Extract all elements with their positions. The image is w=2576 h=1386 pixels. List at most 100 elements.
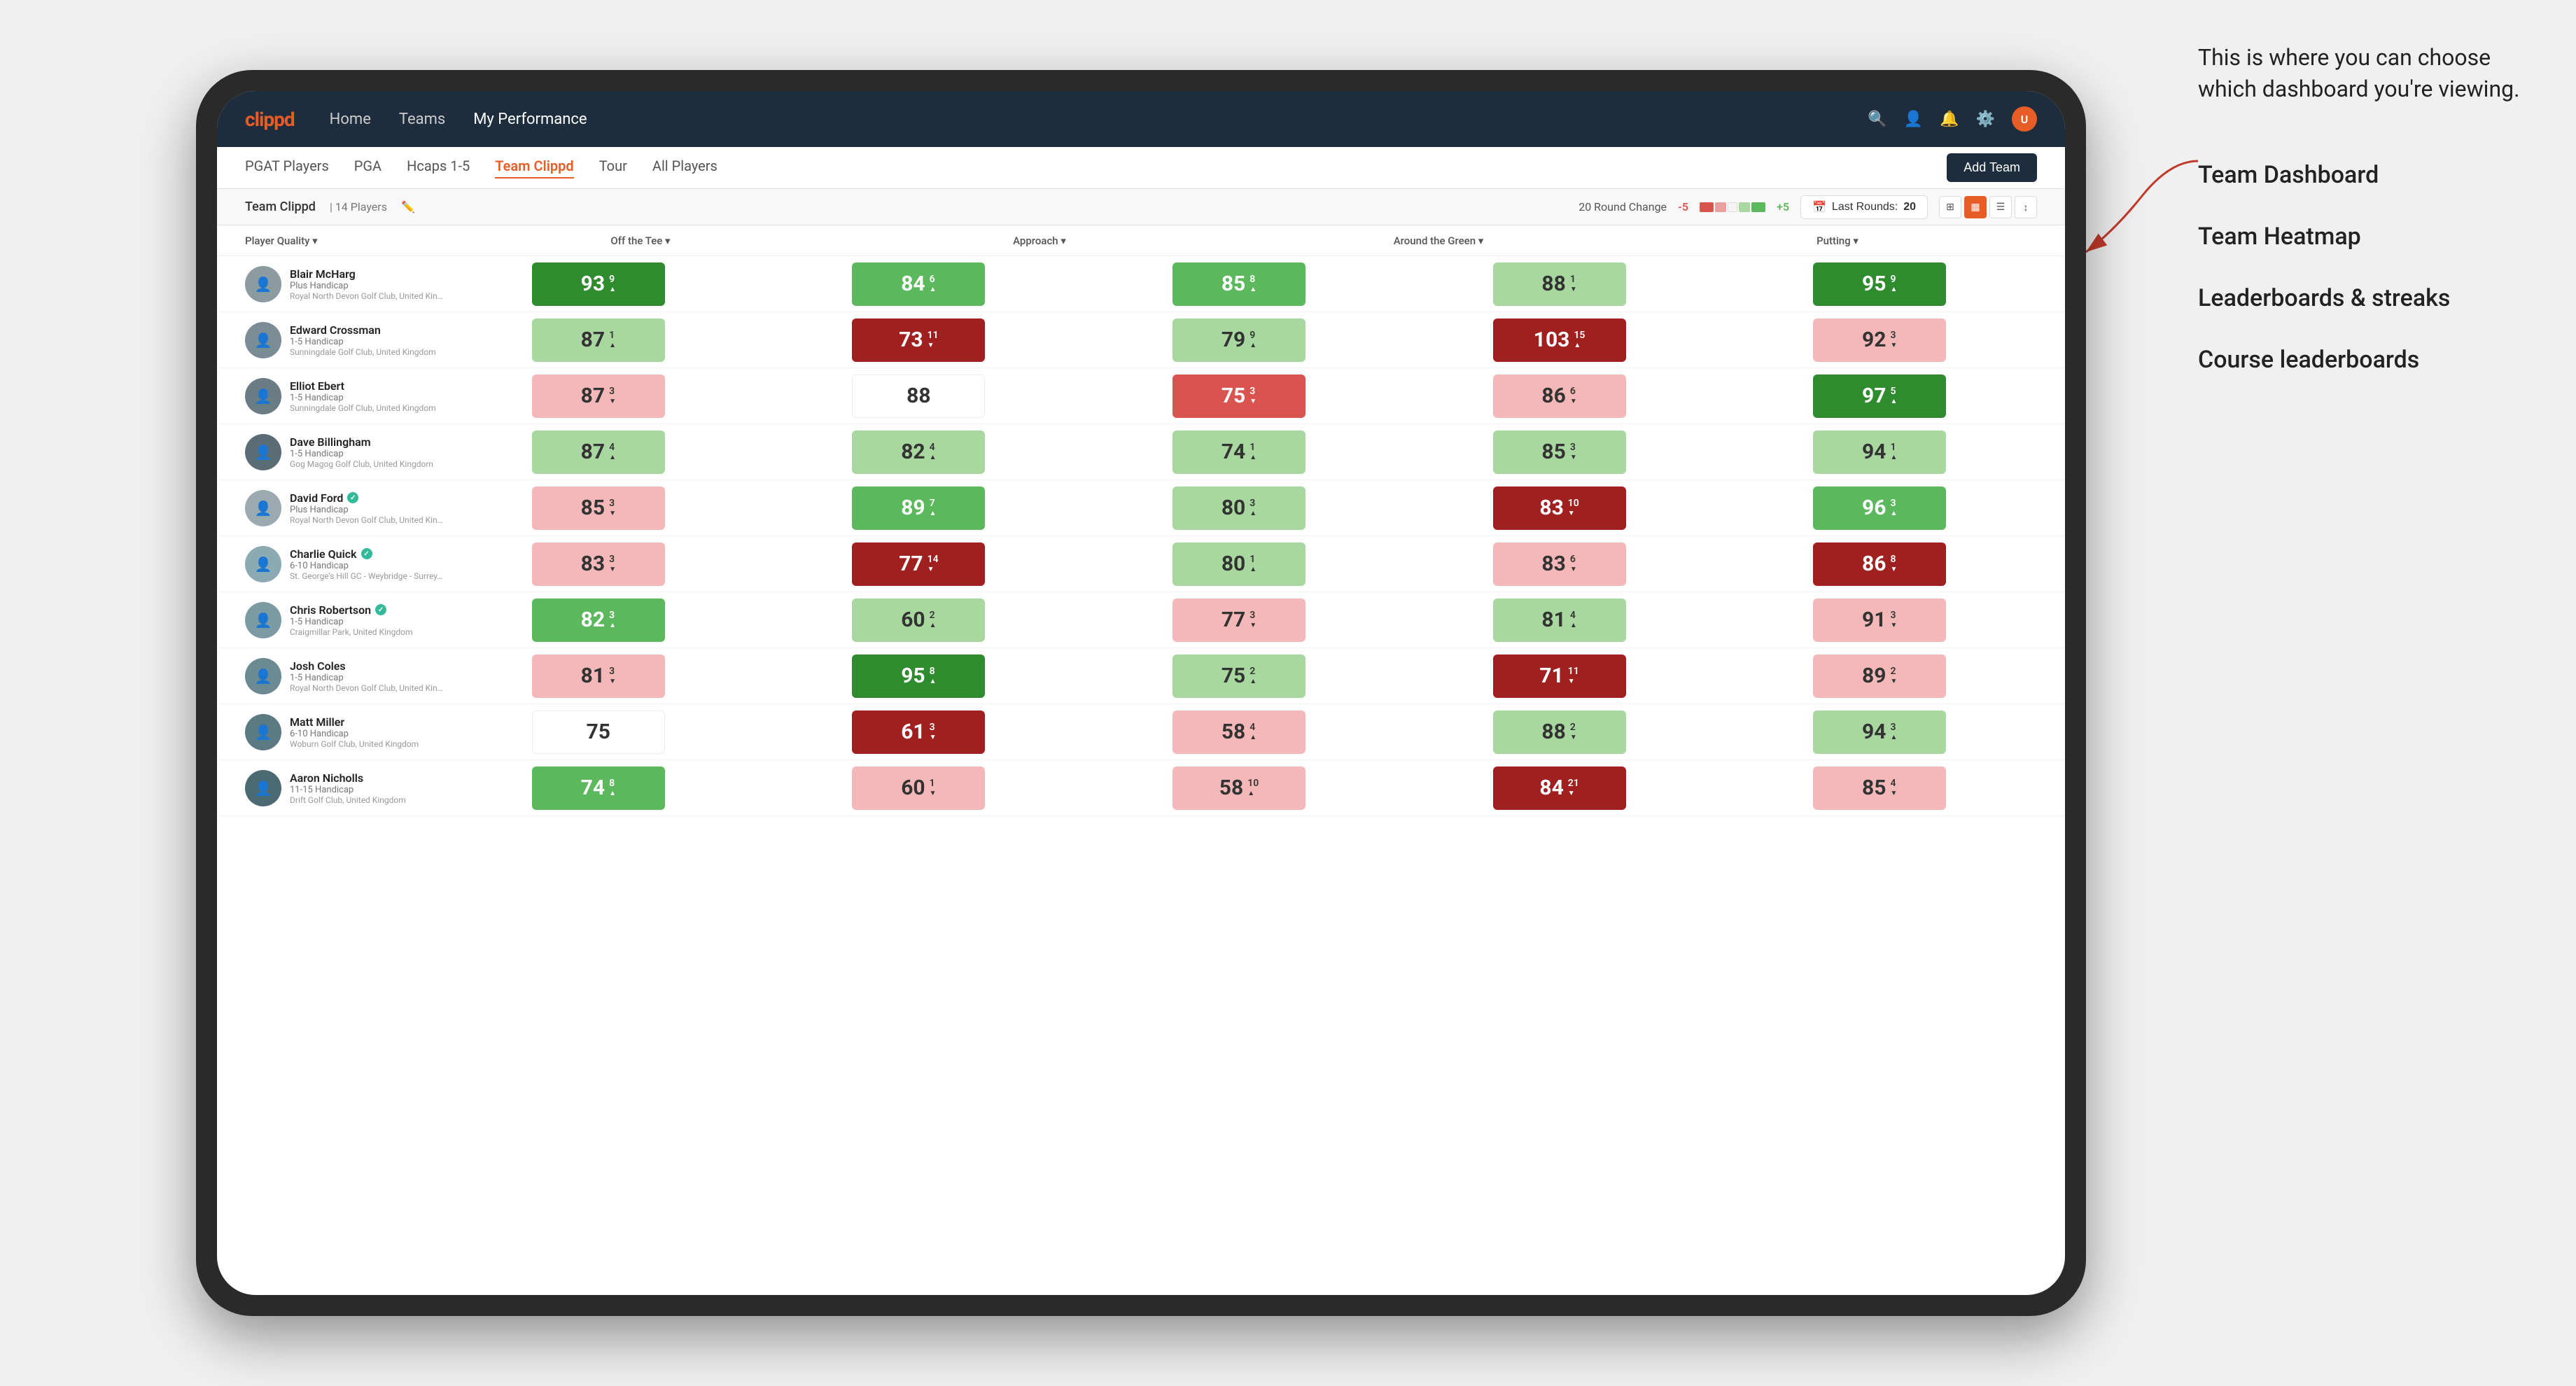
score-cell: 8310▼: [1493, 486, 1626, 530]
score-number: 93: [581, 272, 605, 296]
score-cell: 741▲: [1172, 430, 1306, 474]
score-change: 1▼: [1570, 274, 1577, 294]
score-change: 4▲: [1570, 610, 1577, 630]
edit-team-icon[interactable]: ✏️: [401, 200, 415, 214]
annotation-arrow: [2072, 154, 2212, 266]
score-cells: 939▲846▲858▲881▼959▲: [441, 262, 2037, 306]
heatmap-view-button[interactable]: ▦: [1964, 196, 1987, 218]
settings-icon[interactable]: ⚙️: [1976, 111, 1995, 128]
nav-home[interactable]: Home: [330, 108, 371, 131]
annotation-item-1: Team Dashboard: [2198, 161, 2534, 189]
tab-tour[interactable]: Tour: [599, 158, 627, 178]
player-name: Elliot Ebert: [290, 379, 441, 393]
score-cell: 833▼: [532, 542, 665, 586]
player-name: Dave Billingham: [290, 435, 441, 449]
score-number: 95: [901, 664, 925, 688]
score-number: 89: [901, 496, 925, 520]
score-change: 3▼: [930, 722, 937, 742]
player-info: 👤Matt Miller6-10 HandicapWoburn Golf Clu…: [245, 714, 441, 750]
score-cell: 773▼: [1172, 598, 1306, 642]
score-number: 75: [1222, 384, 1245, 408]
table-row[interactable]: 👤Charlie Quick✓6-10 HandicapSt. George's…: [217, 536, 2065, 592]
tab-all-players[interactable]: All Players: [652, 158, 718, 178]
table-row[interactable]: 👤Edward Crossman1-5 HandicapSunningdale …: [217, 312, 2065, 368]
player-club: Royal North Devon Golf Club, United King…: [290, 515, 444, 525]
score-cell: 963▲: [1813, 486, 1946, 530]
score-number: 86: [1862, 552, 1886, 576]
score-change: 3▼: [609, 554, 616, 574]
player-handicap: 1-5 Handicap: [290, 673, 444, 683]
table-row[interactable]: 👤David Ford✓Plus HandicapRoyal North Dev…: [217, 480, 2065, 536]
score-cell: 7714▼: [852, 542, 985, 586]
pos-value: +5: [1777, 200, 1789, 214]
score-change: 1▲: [609, 330, 616, 350]
table-row[interactable]: 👤Josh Coles1-5 HandicapRoyal North Devon…: [217, 648, 2065, 704]
tablet-screen: clippd Home Teams My Performance 🔍 👤 🔔 ⚙…: [217, 91, 2065, 1295]
score-cell: 853▼: [1493, 430, 1626, 474]
player-name: Blair McHarg: [290, 267, 444, 281]
column-headers: Player Quality ▾ Off the Tee ▾ Approach …: [217, 225, 2065, 256]
score-cell: 853▼: [532, 486, 665, 530]
tab-pgat-players[interactable]: PGAT Players: [245, 158, 329, 178]
score-number: 97: [1862, 384, 1886, 408]
score-number: 87: [581, 440, 605, 464]
col-header-off-tee: Off the Tee ▾: [570, 234, 710, 247]
score-change: 2▼: [1890, 666, 1897, 686]
tab-team-clippd[interactable]: Team Clippd: [495, 158, 573, 178]
search-icon[interactable]: 🔍: [1868, 111, 1886, 128]
score-cell: 941▲: [1813, 430, 1946, 474]
score-number: 94: [1862, 720, 1886, 744]
nav-my-performance[interactable]: My Performance: [473, 108, 587, 131]
score-change: 1▲: [1250, 442, 1256, 462]
score-change: 8▲: [930, 666, 937, 686]
annotation-panel: This is where you can choose which dashb…: [2198, 42, 2534, 407]
round-change-label: 20 Round Change: [1578, 200, 1667, 214]
bell-icon[interactable]: 🔔: [1940, 111, 1959, 128]
table-row[interactable]: 👤Dave Billingham1-5 HandicapGog Magog Go…: [217, 424, 2065, 480]
score-number: 81: [1541, 608, 1565, 632]
score-cell: 75: [532, 710, 665, 754]
table-row[interactable]: 👤Matt Miller6-10 HandicapWoburn Golf Clu…: [217, 704, 2065, 760]
player-name: Josh Coles: [290, 659, 444, 673]
tab-pga[interactable]: PGA: [354, 158, 382, 178]
last-rounds-button[interactable]: 📅 Last Rounds: 20: [1800, 195, 1928, 219]
color-bar-red: [1700, 202, 1714, 212]
score-change: 9▲: [1890, 274, 1897, 294]
score-change: 1▲: [1250, 554, 1256, 574]
score-cell: 874▲: [532, 430, 665, 474]
tab-hcaps[interactable]: Hcaps 1-5: [407, 158, 470, 178]
score-change: 2▼: [1570, 722, 1577, 742]
score-number: 82: [581, 608, 605, 632]
player-details: Matt Miller6-10 HandicapWoburn Golf Club…: [290, 715, 441, 749]
sort-button[interactable]: ↕: [2015, 196, 2037, 218]
nav-teams[interactable]: Teams: [399, 108, 445, 131]
annotation-callout: This is where you can choose which dashb…: [2198, 42, 2534, 105]
table-row[interactable]: 👤Chris Robertson✓1-5 HandicapCraigmillar…: [217, 592, 2065, 648]
score-change: 10▲: [1247, 778, 1259, 798]
grid-view-button[interactable]: ⊞: [1939, 196, 1961, 218]
player-handicap: Plus Handicap: [290, 281, 444, 291]
add-team-button[interactable]: Add Team: [1947, 153, 2037, 182]
table-row[interactable]: 👤Aaron Nicholls11-15 HandicapDrift Golf …: [217, 760, 2065, 816]
score-number: 58: [1219, 776, 1243, 800]
list-view-button[interactable]: ☰: [1989, 196, 2012, 218]
user-avatar[interactable]: U: [2012, 106, 2037, 132]
score-cell: 7311▼: [852, 318, 985, 362]
player-name: Charlie Quick✓: [290, 547, 444, 561]
score-number: 86: [1541, 384, 1565, 408]
score-number: 92: [1862, 328, 1886, 352]
table-row[interactable]: 👤Elliot Ebert1-5 HandicapSunningdale Gol…: [217, 368, 2065, 424]
player-info: 👤Charlie Quick✓6-10 HandicapSt. George's…: [245, 546, 441, 582]
person-icon[interactable]: 👤: [1904, 111, 1923, 128]
score-cells: 853▼897▲803▲8310▼963▲: [441, 486, 2037, 530]
score-cell: 824▲: [852, 430, 985, 474]
player-name: Chris Robertson✓: [290, 603, 441, 617]
player-club: Royal North Devon Golf Club, United King…: [290, 291, 444, 301]
score-change: 21▼: [1568, 778, 1579, 798]
score-number: 89: [1862, 664, 1886, 688]
score-cell: 813▼: [532, 654, 665, 698]
score-change: 7▲: [930, 498, 937, 518]
score-change: 3▼: [609, 666, 616, 686]
score-change: 3▲: [1890, 722, 1897, 742]
table-row[interactable]: 👤Blair McHargPlus HandicapRoyal North De…: [217, 256, 2065, 312]
